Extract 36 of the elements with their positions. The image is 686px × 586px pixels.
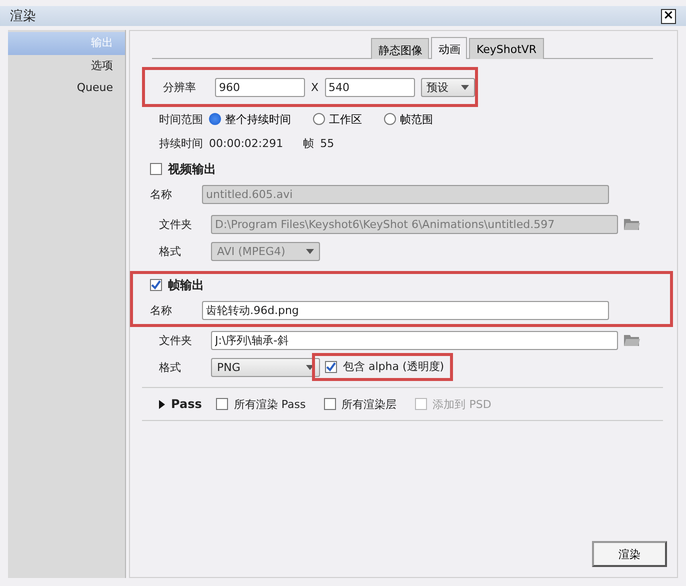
window-title: 渲染 xyxy=(10,8,36,25)
sidebar-item[interactable]: 选项 xyxy=(8,55,125,78)
height-field[interactable]: 540 xyxy=(324,78,415,96)
format-dropdown[interactable]: PNG xyxy=(211,358,320,376)
radio-option[interactable]: 整个持续时间 xyxy=(209,112,291,126)
field-label: 名称 xyxy=(150,302,173,318)
tab[interactable]: 动画 xyxy=(431,37,468,59)
section-title: 帧输出 xyxy=(168,276,204,294)
field-label: 名称 xyxy=(150,186,173,202)
field-label: 文件夹 xyxy=(159,332,193,348)
radio-option[interactable]: 帧范围 xyxy=(384,112,433,126)
field-label: 持续时间 xyxy=(159,136,203,150)
separator-label: X xyxy=(311,80,319,94)
render-button[interactable]: 渲染 xyxy=(592,541,667,567)
field-label: 格式 xyxy=(159,244,182,258)
checkbox-label: 包含 alpha (透明度) xyxy=(343,359,444,374)
tab[interactable]: 静态图像 xyxy=(371,38,430,59)
width-field[interactable]: 960 xyxy=(215,78,305,96)
checkbox-label: 所有渲染层 xyxy=(342,396,397,412)
section-title: 视频输出 xyxy=(168,160,216,178)
field-label: 分辨率 xyxy=(163,80,197,94)
checkbox-label: 添加到 PSD xyxy=(432,396,492,412)
field-label: 格式 xyxy=(159,360,182,374)
name-field[interactable]: 齿轮转动.96d.png xyxy=(202,300,609,320)
radio-option[interactable]: 工作区 xyxy=(313,112,362,126)
section-title: Pass xyxy=(171,397,202,411)
close-button[interactable]: × xyxy=(661,8,676,24)
sidebar-item[interactable]: Queue xyxy=(8,78,125,99)
tab[interactable]: KeyShotVR xyxy=(469,38,544,59)
checkbox-label: 所有渲染 Pass xyxy=(234,396,306,412)
field-label: 文件夹 xyxy=(159,216,193,232)
field-label: 时间范围 xyxy=(159,112,203,126)
field-label: 帧 xyxy=(303,136,314,150)
frame-count: 55 xyxy=(320,136,334,150)
duration-value: 00:00:02:291 xyxy=(209,136,284,150)
preset-dropdown[interactable]: 预设 xyxy=(420,78,475,96)
